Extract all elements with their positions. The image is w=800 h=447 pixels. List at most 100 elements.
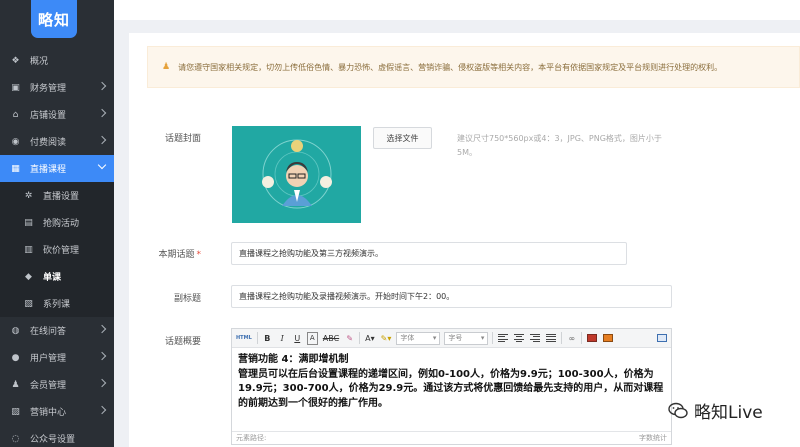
marketing-icon: ▨ [11, 406, 20, 417]
sidebar-subitem-series[interactable]: ▧ 系列课 [0, 290, 114, 317]
sidebar-subitem-bargain[interactable]: ▥ 砍价管理 [0, 236, 114, 263]
content-paragraph: 管理员可以在后台设置课程的递增区间，例如0-100人，价格为9.9元；100-3… [238, 368, 664, 409]
font-size-value: 字号 [448, 334, 463, 342]
chevron-down-icon: ▾ [480, 334, 485, 342]
media-icon[interactable] [602, 332, 614, 345]
element-path: 元素路径: [236, 434, 267, 442]
sidebar-item-label: 付费阅读 [30, 138, 67, 148]
align-right-icon[interactable] [529, 332, 541, 345]
sidebar-nav: ❖ 概况 ▣ 财务管理 ⌂ 店铺设置 ◉ 付费阅读 ▦ 直播课程 ✲ 直播设置 [0, 47, 114, 447]
sidebar-item-wechat[interactable]: ◌ 公众号设置 [0, 425, 114, 447]
eraser-icon[interactable]: ✎ [344, 332, 355, 345]
highlight-button[interactable]: ✎▾ [380, 332, 393, 345]
font-family-select[interactable]: 字体 ▾ [396, 331, 441, 345]
sidebar-item-label: 店铺设置 [30, 111, 67, 121]
cover-hint: 建议尺寸750*560px或4：3，JPG、PNG格式，图片小于5M。 [457, 134, 662, 157]
sidebar-item-label: 在线问答 [30, 327, 67, 337]
font-color-button[interactable]: A▾ [364, 332, 376, 345]
chevron-down-icon: ▾ [432, 334, 437, 342]
align-center-icon[interactable] [513, 332, 525, 345]
sidebar-item-label: 用户管理 [30, 354, 67, 364]
watermark: 略知Live [668, 398, 763, 423]
fullscreen-icon[interactable] [656, 332, 668, 345]
editor-toolbar: HTML B I U A ABC ✎ A▾ ✎▾ 字体 ▾ 字号 ▾ ∞ [232, 329, 671, 348]
sidebar-subitem-single-course[interactable]: ◆ 单课 [0, 263, 114, 290]
align-left-icon[interactable] [497, 332, 509, 345]
toolbar-separator [561, 332, 563, 344]
sidebar-item-members[interactable]: ♟ 会员管理 [0, 371, 114, 398]
layers-icon: ❖ [11, 55, 20, 66]
wechat-icon: ◌ [11, 433, 20, 444]
subtitle-input[interactable]: 直播课程之抢购功能及录播视频演示。开始时间下午2：00。 [231, 285, 672, 308]
sidebar-item-paid-read[interactable]: ◉ 付费阅读 [0, 128, 114, 155]
bold-button[interactable]: B [262, 332, 273, 345]
font-size-select[interactable]: 字号 ▾ [444, 331, 489, 345]
toolbar-separator [492, 332, 494, 344]
logo[interactable]: 略知 [31, 0, 77, 38]
sidebar: 略知 ❖ 概况 ▣ 财务管理 ⌂ 店铺设置 ◉ 付费阅读 ▦ 直播课程 ✲ 直播… [0, 0, 114, 447]
title-label: 本期话题 * [131, 247, 201, 260]
finance-icon: ▣ [11, 82, 20, 93]
sidebar-item-label: 公众号设置 [30, 435, 76, 445]
live-icon: ▦ [11, 163, 20, 174]
sidebar-item-live[interactable]: ▦ 直播课程 [0, 155, 114, 182]
toolbar-separator [256, 332, 258, 344]
title-input-value: 直播课程之抢购功能及第三方视频演示。 [239, 249, 383, 258]
summary-label: 话题概要 [164, 337, 201, 347]
sidebar-item-label: 单课 [43, 273, 62, 283]
image-icon[interactable] [586, 332, 598, 345]
sidebar-item-label: 直播课程 [30, 165, 67, 175]
sidebar-item-shop[interactable]: ⌂ 店铺设置 [0, 101, 114, 128]
sidebar-item-qa[interactable]: ◍ 在线问答 [0, 317, 114, 344]
title-label-text: 本期话题 [158, 250, 195, 260]
toolbar-separator [581, 332, 583, 344]
cover-label: 话题封面 [164, 134, 201, 144]
chevron-right-icon [97, 108, 107, 118]
cover-image[interactable] [232, 126, 361, 223]
italic-button[interactable]: I [277, 332, 288, 345]
cover-illustration [232, 126, 361, 223]
flash-sale-icon: ▤ [24, 217, 33, 228]
chevron-down-icon [97, 160, 107, 170]
sidebar-item-finance[interactable]: ▣ 财务管理 [0, 74, 114, 101]
rich-text-editor[interactable]: HTML B I U A ABC ✎ A▾ ✎▾ 字体 ▾ 字号 ▾ ∞ 营销功… [231, 328, 672, 445]
sidebar-item-label: 财务管理 [30, 84, 67, 94]
title-input[interactable]: 直播课程之抢购功能及第三方视频演示。 [231, 242, 627, 265]
word-count: 字数统计 [639, 434, 667, 442]
link-icon[interactable]: ∞ [566, 332, 577, 345]
chevron-right-icon [97, 135, 107, 145]
chevron-right-icon [97, 324, 107, 334]
sidebar-item-label: 系列课 [43, 300, 71, 310]
member-icon: ♟ [11, 379, 20, 390]
sidebar-subitem-flash-sale[interactable]: ▤ 抢购活动 [0, 209, 114, 236]
sidebar-submenu: ✲ 直播设置 ▤ 抢购活动 ▥ 砍价管理 ◆ 单课 ▧ 系列课 [0, 182, 114, 317]
chevron-right-icon [97, 81, 107, 91]
sidebar-item-overview[interactable]: ❖ 概况 [0, 47, 114, 74]
html-source-button[interactable]: HTML [235, 332, 253, 345]
choose-file-button[interactable]: 选择文件 [373, 127, 432, 149]
notice-banner: ♟ 请您遵守国家相关规定，切勿上传低俗色情、暴力恐怖、虚假谣言、营销诈骗、侵权盗… [147, 46, 800, 88]
user-warning-icon: ♟ [162, 62, 171, 72]
sidebar-item-marketing[interactable]: ▨ 营销中心 [0, 398, 114, 425]
sidebar-item-users[interactable]: ● 用户管理 [0, 344, 114, 371]
paid-read-icon: ◉ [11, 136, 20, 147]
user-icon: ● [11, 352, 20, 363]
strikethrough-button[interactable]: ABC [322, 332, 340, 345]
underline-button[interactable]: U [292, 332, 303, 345]
editor-content[interactable]: 营销功能 4：满即增机制 管理员可以在后台设置课程的递增区间，例如0-100人，… [232, 348, 671, 416]
series-icon: ▧ [24, 298, 33, 309]
shop-icon: ⌂ [12, 109, 19, 120]
sidebar-item-label: 概况 [30, 57, 49, 67]
justify-icon[interactable] [545, 332, 557, 345]
toolbar-separator [359, 332, 361, 344]
subtitle-label: 副标题 [173, 294, 201, 304]
top-bar [114, 0, 800, 20]
sidebar-subitem-live-settings[interactable]: ✲ 直播设置 [0, 182, 114, 209]
chevron-right-icon [97, 378, 107, 388]
font-family-value: 字体 [400, 334, 415, 342]
tag-icon: ◆ [25, 271, 32, 282]
border-button[interactable]: A [306, 331, 318, 345]
bargain-icon: ▥ [24, 244, 33, 255]
subtitle-input-value: 直播课程之抢购功能及录播视频演示。开始时间下午2：00。 [239, 292, 455, 301]
notice-text: 请您遵守国家相关规定，切勿上传低俗色情、暴力恐怖、虚假谣言、营销诈骗、侵权盗版等… [178, 62, 723, 72]
